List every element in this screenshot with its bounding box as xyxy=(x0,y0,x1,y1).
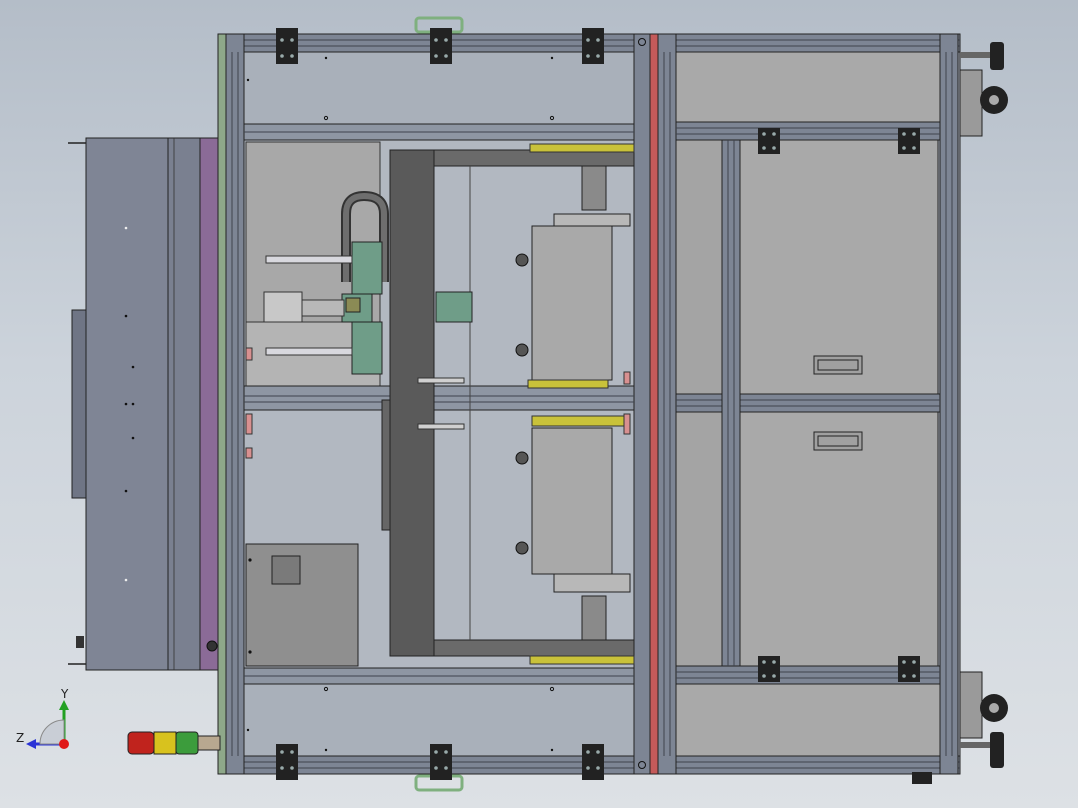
side-cabinet xyxy=(68,137,221,671)
coordinate-triad-icon: Y Z xyxy=(16,687,69,749)
triad-z-label: Z xyxy=(16,731,24,745)
right-bay xyxy=(675,51,941,757)
caster-wheel-icon xyxy=(959,69,1008,739)
triad-y-label: Y xyxy=(60,687,69,701)
signal-tower-icon xyxy=(127,731,221,755)
cad-drawing[interactable] xyxy=(0,0,1078,808)
